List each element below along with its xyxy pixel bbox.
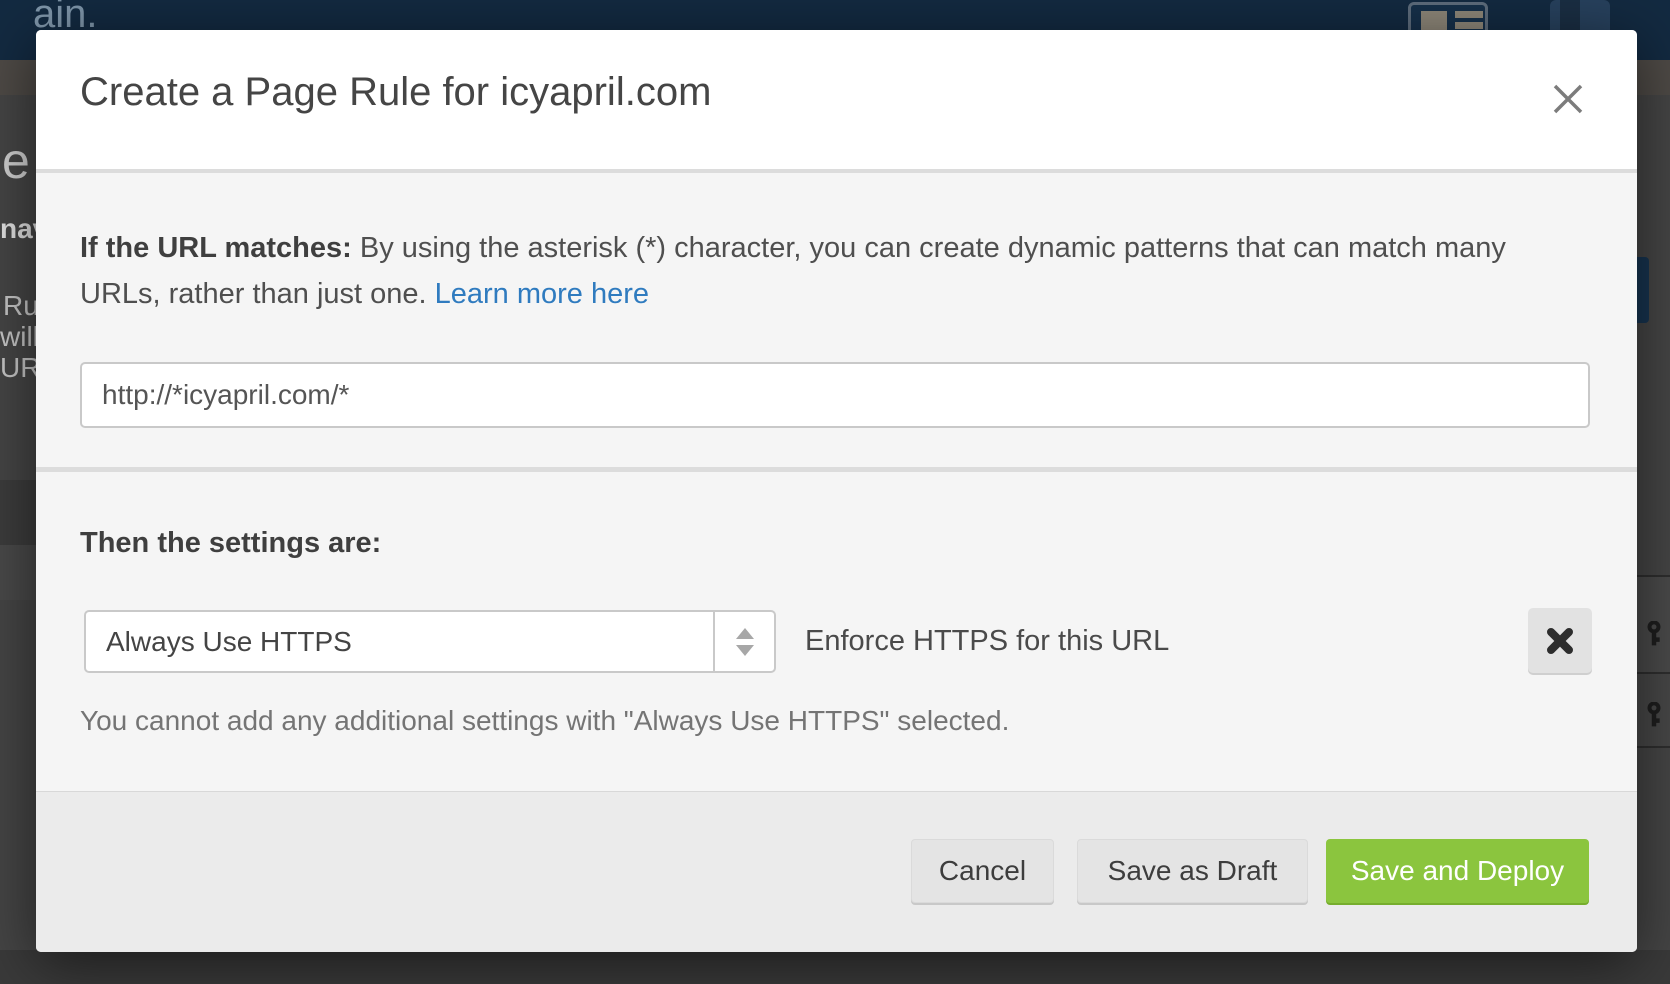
background-table-header-band bbox=[0, 480, 36, 545]
url-pattern-input[interactable] bbox=[80, 362, 1590, 428]
background-page-bottom bbox=[0, 950, 1670, 984]
create-page-rule-modal: Create a Page Rule for icyapril.com If t… bbox=[36, 30, 1637, 952]
background-setting-row-fragment bbox=[1637, 575, 1670, 672]
key-icon bbox=[1641, 702, 1667, 728]
save-and-deploy-button[interactable]: Save and Deploy bbox=[1326, 839, 1589, 903]
save-as-draft-button[interactable]: Save as Draft bbox=[1077, 839, 1308, 903]
background-text-fragment: will bbox=[0, 321, 39, 353]
setting-note: You cannot add any additional settings w… bbox=[80, 705, 1009, 737]
url-match-label: If the URL matches: bbox=[80, 232, 352, 264]
setting-select-value: Always Use HTTPS bbox=[106, 612, 352, 671]
key-icon bbox=[1641, 621, 1667, 647]
modal-header: Create a Page Rule for icyapril.com bbox=[36, 30, 1637, 173]
cancel-button[interactable]: Cancel bbox=[911, 839, 1054, 903]
background-blue-button-fragment bbox=[1635, 257, 1649, 323]
background-text-fragment: UR bbox=[0, 352, 40, 384]
close-button[interactable] bbox=[1541, 72, 1595, 126]
remove-setting-button[interactable] bbox=[1528, 608, 1592, 673]
chevron-up-icon bbox=[736, 628, 754, 639]
news-icon-block bbox=[1421, 11, 1447, 31]
setting-select[interactable]: Always Use HTTPS bbox=[84, 610, 776, 673]
modal-title: Create a Page Rule for icyapril.com bbox=[80, 70, 711, 115]
bell-icon-notch bbox=[1560, 0, 1580, 30]
background-setting-row-fragment bbox=[1637, 672, 1670, 748]
learn-more-link[interactable]: Learn more here bbox=[435, 278, 649, 310]
chevron-down-icon bbox=[736, 645, 754, 656]
background-text-fragment: Ru bbox=[3, 290, 39, 322]
setting-description: Enforce HTTPS for this URL bbox=[805, 610, 1169, 673]
remove-setting-icon bbox=[1545, 626, 1575, 656]
background-table-row-band bbox=[0, 545, 36, 600]
section-divider bbox=[36, 467, 1637, 472]
settings-heading: Then the settings are: bbox=[80, 527, 381, 560]
close-icon bbox=[1551, 82, 1585, 116]
modal-body: If the URL matches: By using the asteris… bbox=[36, 177, 1637, 791]
news-icon-bar bbox=[1455, 11, 1483, 18]
url-match-paragraph: If the URL matches: By using the asteris… bbox=[80, 225, 1560, 317]
news-icon-bar bbox=[1455, 22, 1483, 29]
setting-row: Always Use HTTPS Enforce HTTPS for this … bbox=[36, 610, 1637, 673]
background-text-fragment: e bbox=[2, 132, 30, 190]
modal-footer: Cancel Save as Draft Save and Deploy bbox=[36, 791, 1637, 952]
stepper-icon[interactable] bbox=[713, 612, 774, 671]
